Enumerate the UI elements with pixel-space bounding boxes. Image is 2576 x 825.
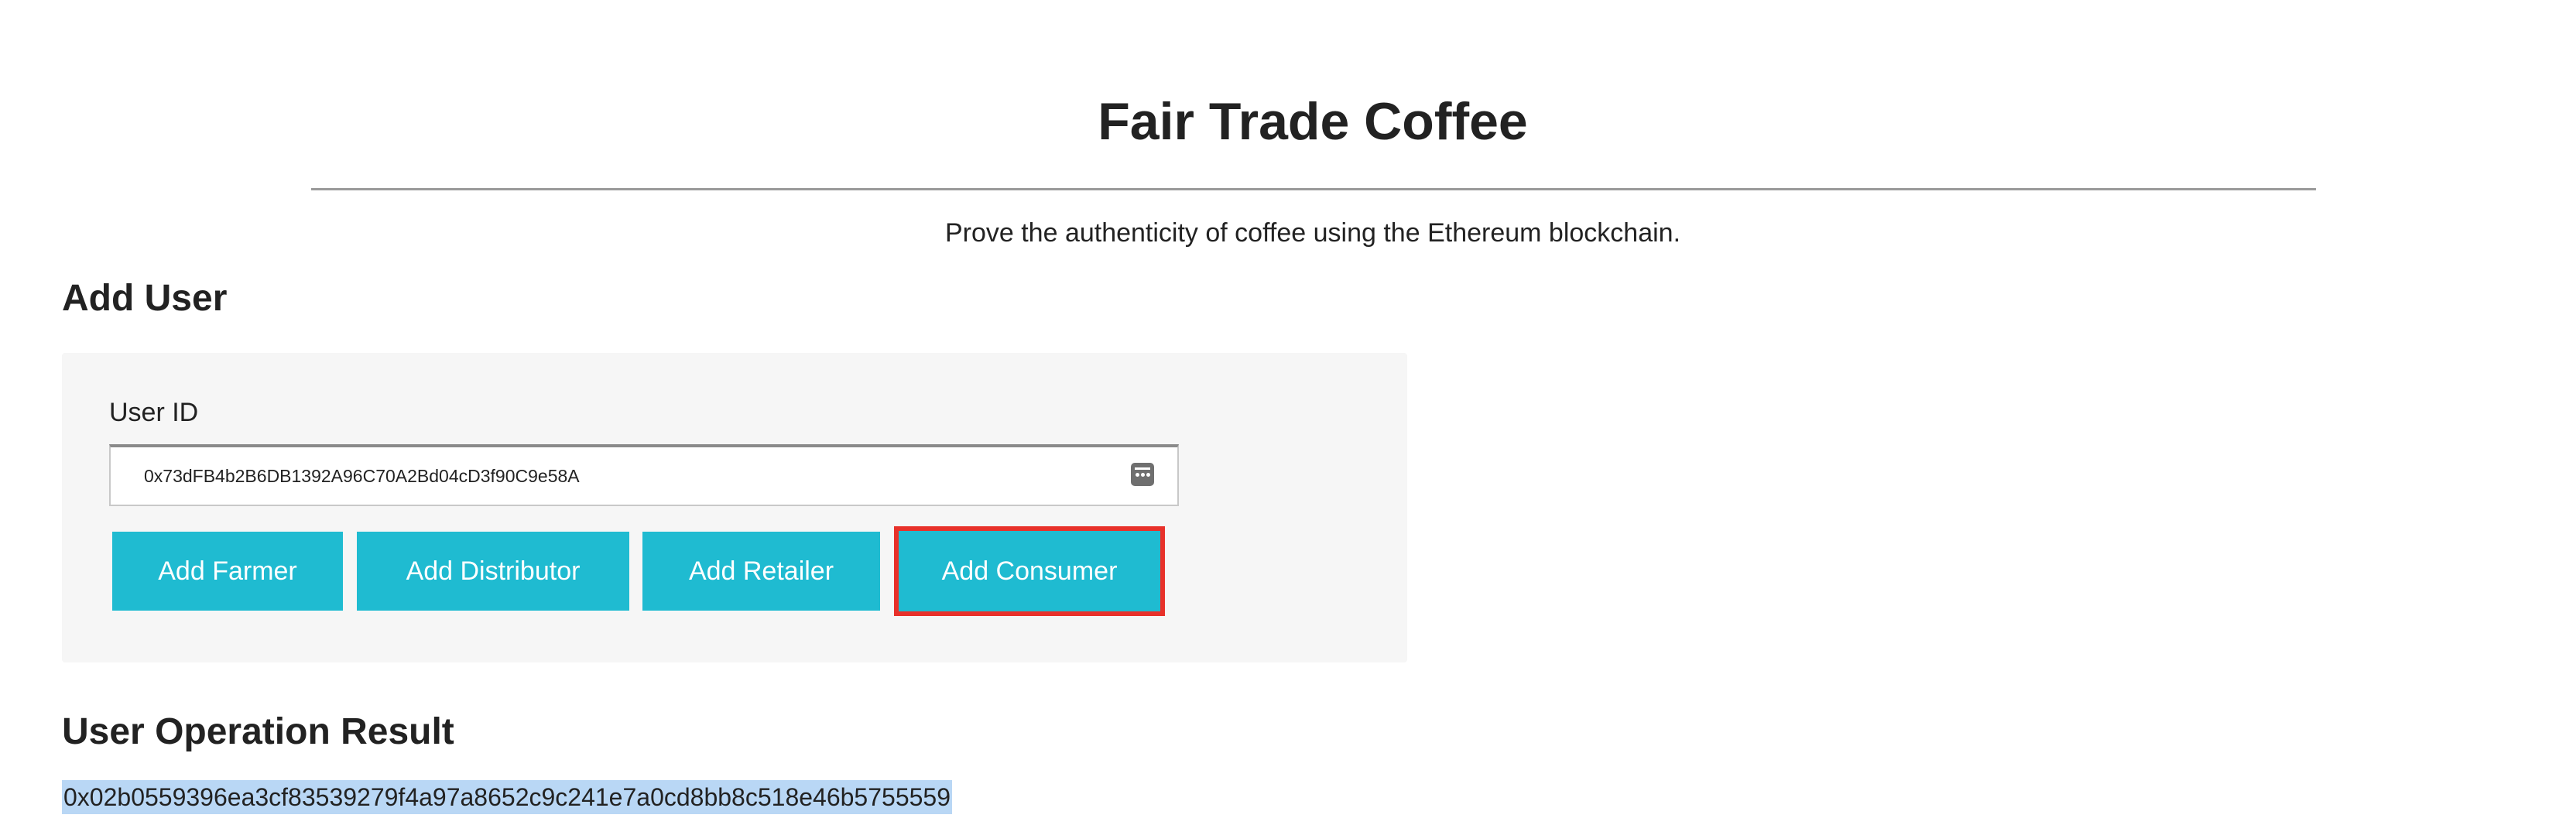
add-user-heading: Add User bbox=[62, 278, 228, 319]
add-distributor-button[interactable]: Add Distributor bbox=[357, 532, 629, 611]
header-divider bbox=[311, 188, 2316, 190]
user-id-input[interactable] bbox=[111, 447, 1117, 505]
page-subtitle: Prove the authenticity of coffee using t… bbox=[944, 218, 1681, 248]
user-id-label: User ID bbox=[109, 398, 199, 427]
add-consumer-button[interactable]: Add Consumer bbox=[894, 526, 1165, 616]
page-title: Fair Trade Coffee bbox=[1098, 92, 1528, 151]
user-operation-result-value[interactable]: 0x02b0559396ea3cf83539279f4a97a8652c9c24… bbox=[62, 780, 952, 814]
user-operation-result-heading: User Operation Result bbox=[62, 711, 454, 752]
add-user-panel: User ID Add Farmer Add Distributor Add R… bbox=[62, 353, 1407, 662]
add-farmer-button[interactable]: Add Farmer bbox=[112, 532, 343, 611]
user-id-field-wrapper bbox=[109, 444, 1179, 506]
password-manager-key-icon[interactable] bbox=[1131, 463, 1154, 486]
add-retailer-button[interactable]: Add Retailer bbox=[642, 532, 880, 611]
